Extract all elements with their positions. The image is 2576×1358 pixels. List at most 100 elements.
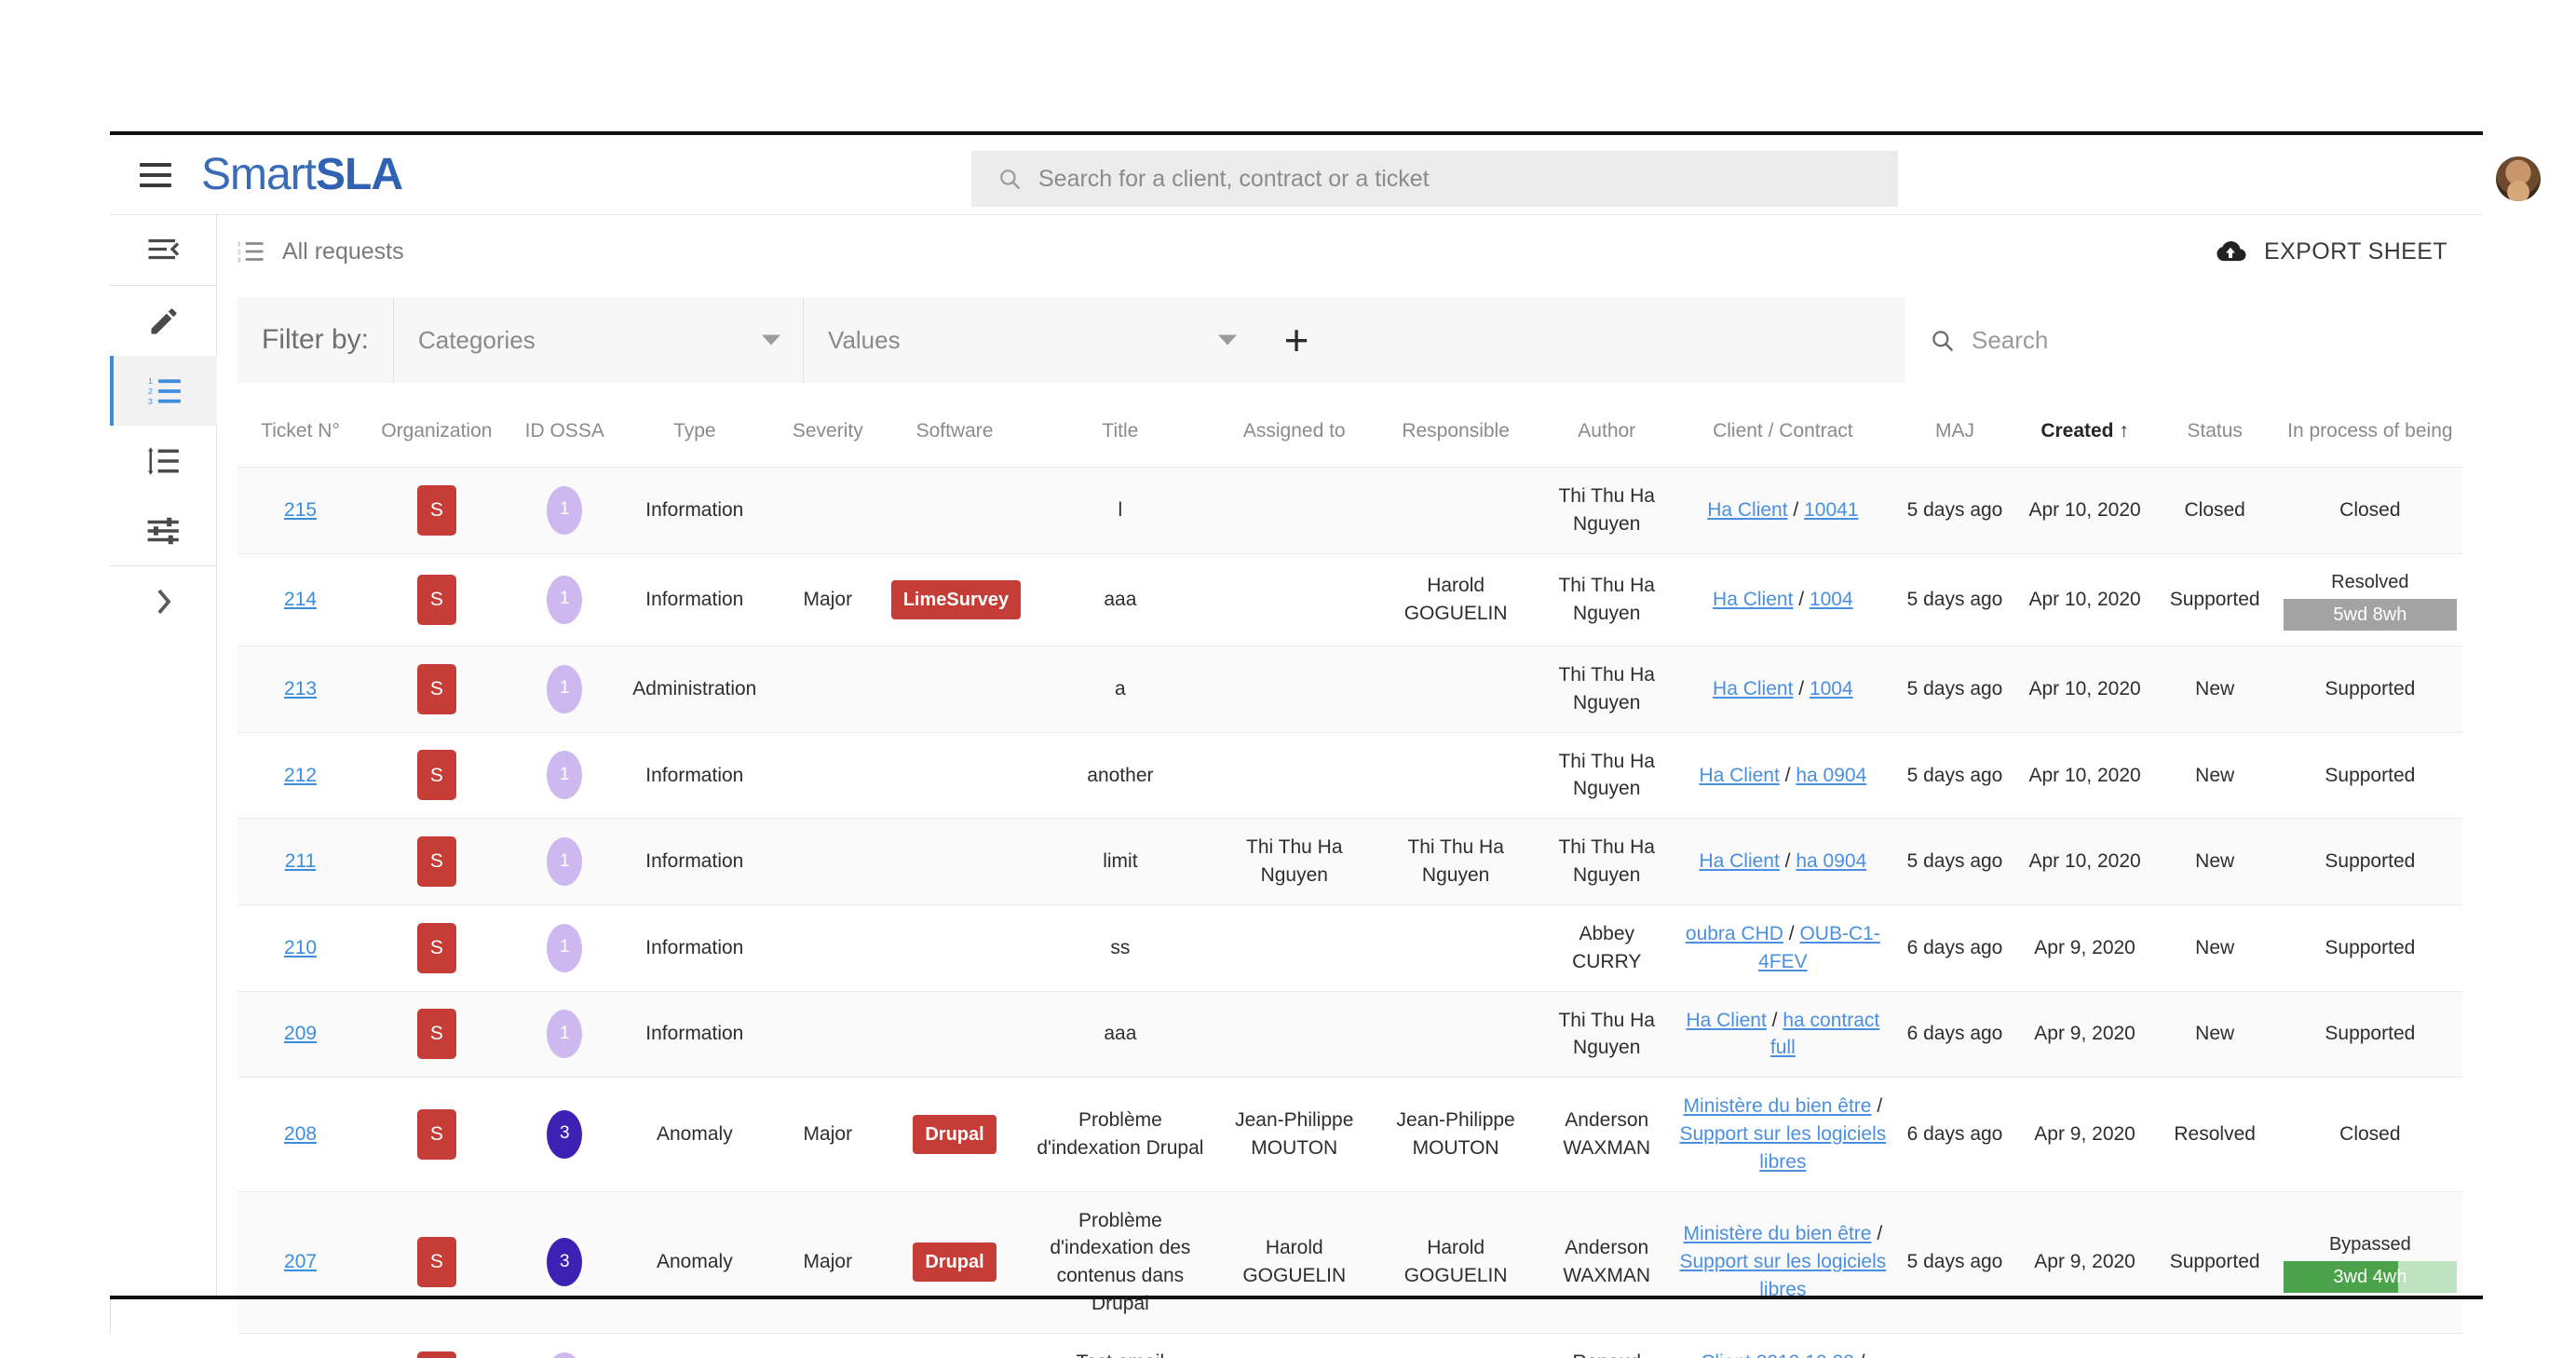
- client-contract-separator: /: [1877, 1223, 1883, 1245]
- table-row[interactable]: 213 S 1 Administration a Thi Thu Ha Nguyen Ha …: [237, 645, 2462, 733]
- cell-ticket-number[interactable]: 209: [237, 990, 364, 1078]
- global-search-placeholder: Search for a client, contract or a ticke…: [1038, 165, 1430, 192]
- contract-link[interactable]: 1004: [1810, 589, 1853, 610]
- client-link[interactable]: Ha Client: [1707, 499, 1787, 521]
- filter-by-label: Filter by:: [262, 324, 370, 355]
- ticket-link[interactable]: 209: [284, 1023, 317, 1044]
- cell-ticket-number[interactable]: 207: [237, 1190, 364, 1334]
- table-row[interactable]: 208 S 3 Anomaly Major Drupal Problème d'indexa…: [237, 1077, 2462, 1192]
- table-column-header[interactable]: Responsible: [1372, 407, 1539, 468]
- app-brand: SmartSLA: [201, 149, 403, 200]
- table-column-header[interactable]: MAJ: [1891, 407, 2017, 468]
- ticket-link[interactable]: 208: [284, 1123, 317, 1145]
- ossa-badge: 3: [547, 1238, 583, 1287]
- table-column-header[interactable]: Created ↑: [2018, 407, 2152, 468]
- ticket-link[interactable]: 207: [284, 1251, 317, 1272]
- cell-ticket-number[interactable]: 206: [237, 1332, 364, 1358]
- chevron-right-icon: [156, 589, 171, 614]
- cell-ticket-number[interactable]: 210: [237, 903, 364, 992]
- table-column-header[interactable]: Title: [1024, 407, 1216, 468]
- contract-link[interactable]: 10041: [1804, 499, 1858, 521]
- contract-link[interactable]: ha 0904: [1796, 765, 1866, 786]
- table-column-header[interactable]: Software: [886, 407, 1024, 468]
- sidebar-item-edit[interactable]: [110, 286, 217, 356]
- svg-text:2: 2: [148, 387, 153, 396]
- hamburger-icon[interactable]: [140, 162, 171, 187]
- contract-link[interactable]: Support sur les logiciels libres: [1679, 1251, 1886, 1300]
- table-row[interactable]: 210 S 1 Information ss Abbey CURRY oubra CHD /…: [237, 903, 2462, 992]
- table-search-placeholder: Search: [1972, 325, 2049, 354]
- cell-ticket-number[interactable]: 215: [237, 467, 364, 554]
- cell-ticket-number[interactable]: 208: [237, 1077, 364, 1192]
- client-link[interactable]: Ha Client: [1713, 589, 1793, 610]
- organization-badge: S: [416, 1351, 456, 1358]
- sidebar-item-line-spacing-list[interactable]: [110, 426, 217, 496]
- cell-responsible: Thi Thu Ha Nguyen: [1372, 818, 1540, 905]
- table-row[interactable]: 214 S 1 Information Major LimeSurvey aaa Harold…: [237, 552, 2462, 646]
- table-column-header[interactable]: Status: [2152, 407, 2278, 468]
- sidebar-item-settings-tune[interactable]: [110, 496, 217, 565]
- add-filter-button[interactable]: +: [1259, 297, 1334, 383]
- client-link[interactable]: Ha Client: [1699, 765, 1779, 786]
- contract-link[interactable]: ha contract full: [1770, 1010, 1879, 1059]
- contract-link[interactable]: Support sur les logiciels libres: [1679, 1123, 1886, 1173]
- client-link[interactable]: Ha Client: [1686, 1010, 1766, 1031]
- client-link[interactable]: Ministère du bien être: [1684, 1095, 1872, 1117]
- cell-software: [885, 467, 1024, 554]
- cell-ticket-number[interactable]: 211: [237, 818, 364, 905]
- ticket-link[interactable]: 211: [285, 850, 316, 872]
- search-icon: [1932, 330, 1953, 351]
- table-column-header[interactable]: Type: [619, 407, 770, 468]
- ticket-link[interactable]: 215: [284, 499, 317, 521]
- cell-organization: S: [363, 1332, 510, 1358]
- progress-label: Bypassed: [2328, 1234, 2411, 1255]
- avatar[interactable]: [2496, 156, 2541, 201]
- cell-id-ossa: 1: [509, 990, 619, 1078]
- ticket-link[interactable]: 214: [284, 589, 317, 610]
- table-column-header[interactable]: ID OSSA: [510, 407, 619, 468]
- client-link[interactable]: Ha Client: [1699, 850, 1779, 872]
- table-search-field[interactable]: Search: [1905, 297, 2462, 383]
- requests-table: Ticket N° Organization ID OSSA Type Severity…: [237, 407, 2462, 1358]
- table-column-header[interactable]: Ticket N°: [237, 407, 363, 468]
- table-row[interactable]: 209 S 1 Information aaa Thi Thu Ha Nguyen Ha C…: [237, 990, 2462, 1078]
- sidebar-item-collapse-menu[interactable]: [110, 215, 217, 285]
- cell-responsible: [1372, 467, 1540, 554]
- table-column-header[interactable]: In process of being: [2278, 407, 2462, 468]
- table-column-header[interactable]: Client / Contract: [1674, 407, 1891, 468]
- table-column-header[interactable]: Organization: [363, 407, 510, 468]
- client-link[interactable]: Client 2019 10 22: [1701, 1351, 1854, 1358]
- values-dropdown[interactable]: Values: [803, 297, 1259, 383]
- ticket-link[interactable]: 210: [284, 937, 317, 958]
- client-link[interactable]: oubra CHD: [1686, 923, 1783, 944]
- sidebar-item-all-requests[interactable]: 1 2 3: [110, 356, 217, 426]
- table-column-header[interactable]: Author: [1539, 407, 1674, 468]
- categories-dropdown[interactable]: Categories: [393, 297, 803, 383]
- cell-status: New: [2151, 818, 2278, 905]
- cell-ticket-number[interactable]: 213: [237, 645, 364, 733]
- cell-severity: [769, 731, 886, 819]
- sidebar-item-expand[interactable]: [110, 566, 217, 636]
- contract-link[interactable]: ha 0904: [1796, 850, 1866, 872]
- global-search-field[interactable]: Search for a client, contract or a ticke…: [971, 151, 1898, 207]
- client-link[interactable]: Ministère du bien être: [1684, 1223, 1872, 1244]
- ticket-link[interactable]: 212: [284, 765, 317, 786]
- table-row[interactable]: 212 S 1 Information another Thi Thu Ha Nguyen…: [237, 731, 2462, 819]
- cell-author: Thi Thu Ha Nguyen: [1539, 990, 1674, 1078]
- cell-ticket-number[interactable]: 214: [237, 552, 364, 646]
- client-link[interactable]: Ha Client: [1713, 678, 1793, 699]
- software-badge: Drupal: [913, 1243, 997, 1283]
- contract-link[interactable]: 1004: [1810, 678, 1853, 699]
- table-row[interactable]: 215 S 1 Information l Thi Thu Ha Nguyen Ha Cli…: [237, 467, 2462, 554]
- svg-text:2: 2: [237, 250, 241, 256]
- cell-software: Drupal: [885, 1190, 1024, 1334]
- filter-spacer: [1334, 297, 1905, 383]
- ticket-link[interactable]: 213: [284, 678, 317, 699]
- table-row[interactable]: 207 S 3 Anomaly Major Drupal Problème d'indexa…: [237, 1190, 2462, 1334]
- cell-ticket-number[interactable]: 212: [237, 731, 364, 819]
- table-column-header[interactable]: Severity: [770, 407, 886, 468]
- table-row[interactable]: 206 S 1 Information Test email plateforme Ren…: [237, 1332, 2462, 1358]
- table-row[interactable]: 211 S 1 Information limit Thi Thu Ha Nguyen Th…: [237, 818, 2462, 905]
- export-sheet-button[interactable]: EXPORT SHEET: [2214, 238, 2447, 265]
- table-column-header[interactable]: Assigned to: [1216, 407, 1372, 468]
